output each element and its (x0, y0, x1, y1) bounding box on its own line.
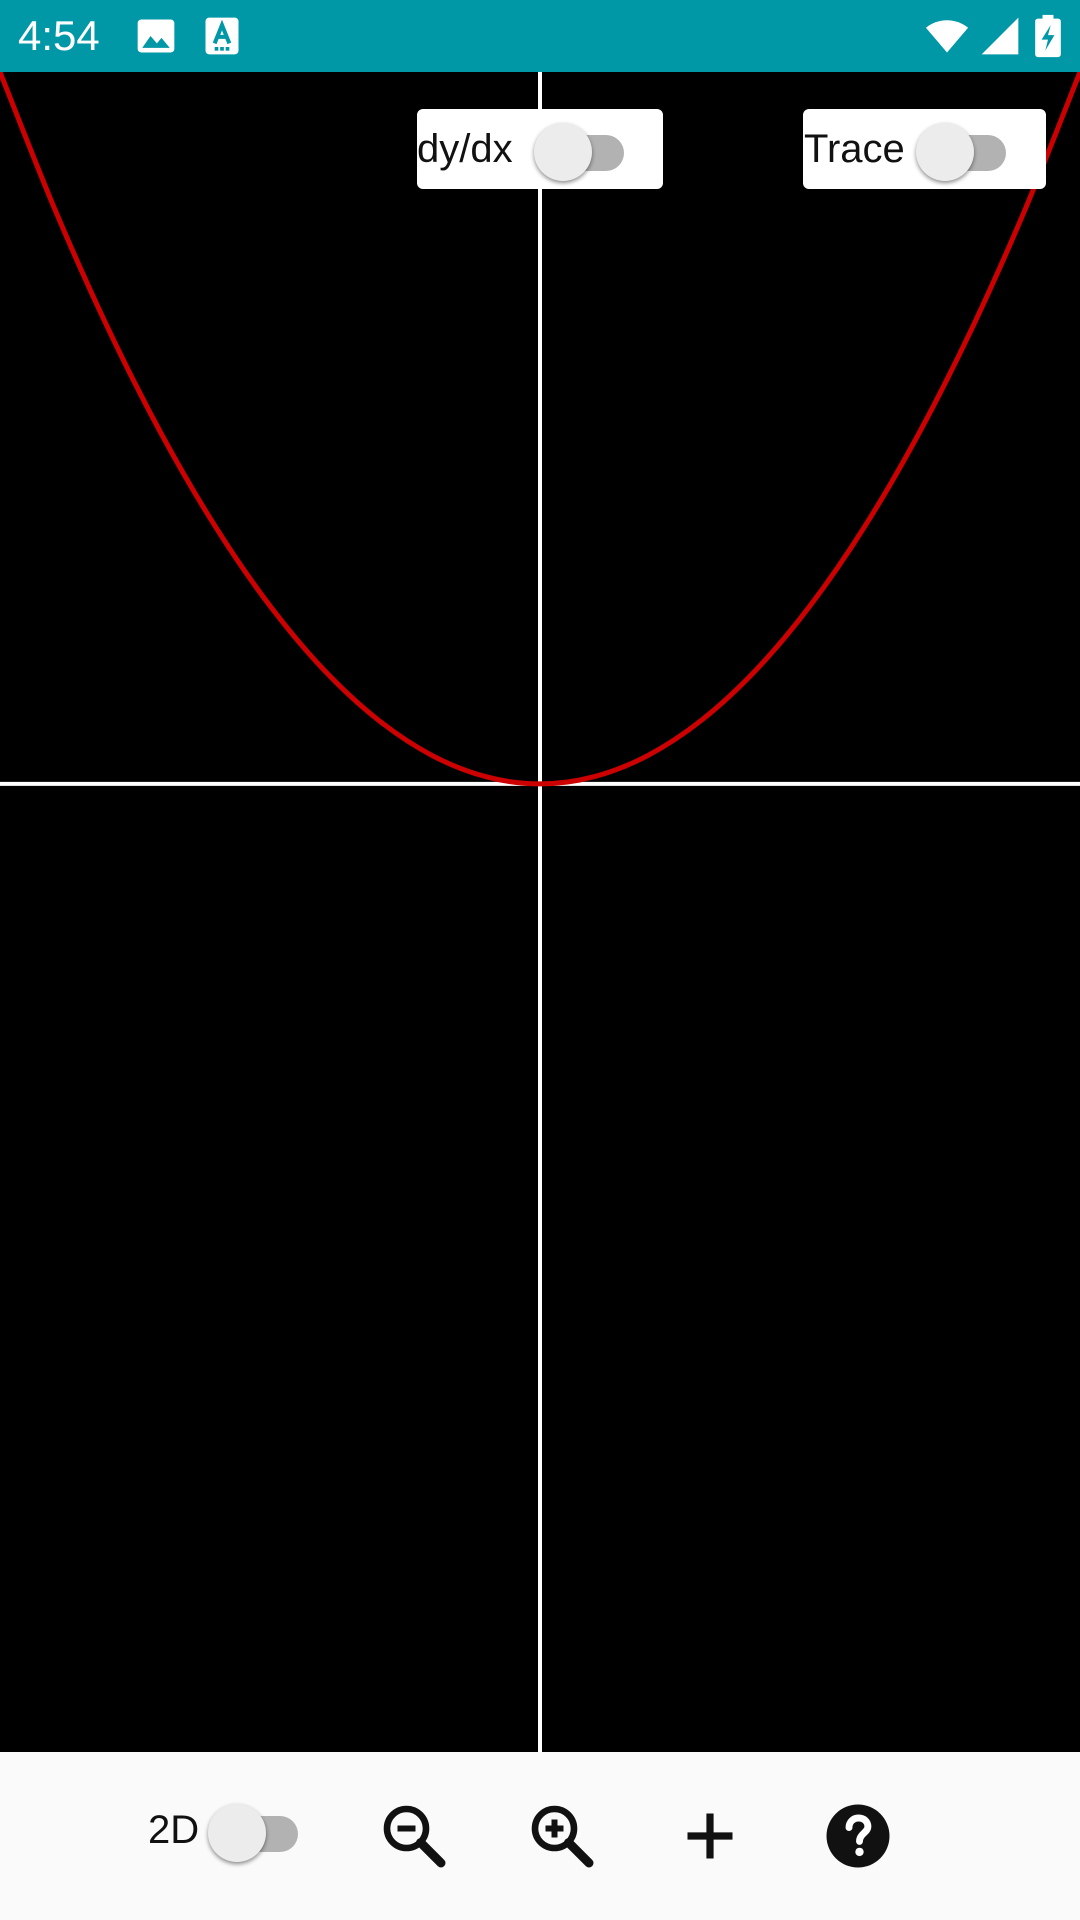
battery-charging-icon (1035, 14, 1061, 58)
mode-2d-switch[interactable] (208, 1796, 308, 1866)
mode-2d-switch-thumb (208, 1804, 266, 1862)
graph-screen: 4:54 dy/dx Trace 2D (0, 0, 1080, 1920)
text-recognition-icon (205, 17, 239, 55)
graph-plot (0, 72, 1080, 1752)
status-bar: 4:54 (0, 0, 1080, 72)
graph-canvas[interactable] (0, 72, 1080, 1752)
trace-switch[interactable] (916, 115, 1016, 185)
derivative-toggle-card[interactable]: dy/dx (417, 109, 663, 189)
zoom-in-icon[interactable] (526, 1800, 598, 1872)
cell-signal-icon (981, 17, 1019, 55)
wifi-icon (925, 20, 969, 53)
derivative-switch[interactable] (534, 115, 634, 185)
mode-2d-label: 2D (148, 1808, 200, 1852)
status-time: 4:54 (18, 12, 100, 59)
zoom-out-icon[interactable] (378, 1800, 450, 1872)
trace-toggle-label: Trace (804, 127, 905, 171)
image-icon (137, 19, 175, 53)
trace-toggle-card[interactable]: Trace (803, 109, 1046, 189)
plus-icon[interactable] (674, 1800, 746, 1872)
derivative-toggle-label: dy/dx (417, 127, 513, 171)
trace-switch-thumb (916, 123, 974, 181)
derivative-switch-thumb (534, 123, 592, 181)
help-icon[interactable] (822, 1800, 894, 1872)
